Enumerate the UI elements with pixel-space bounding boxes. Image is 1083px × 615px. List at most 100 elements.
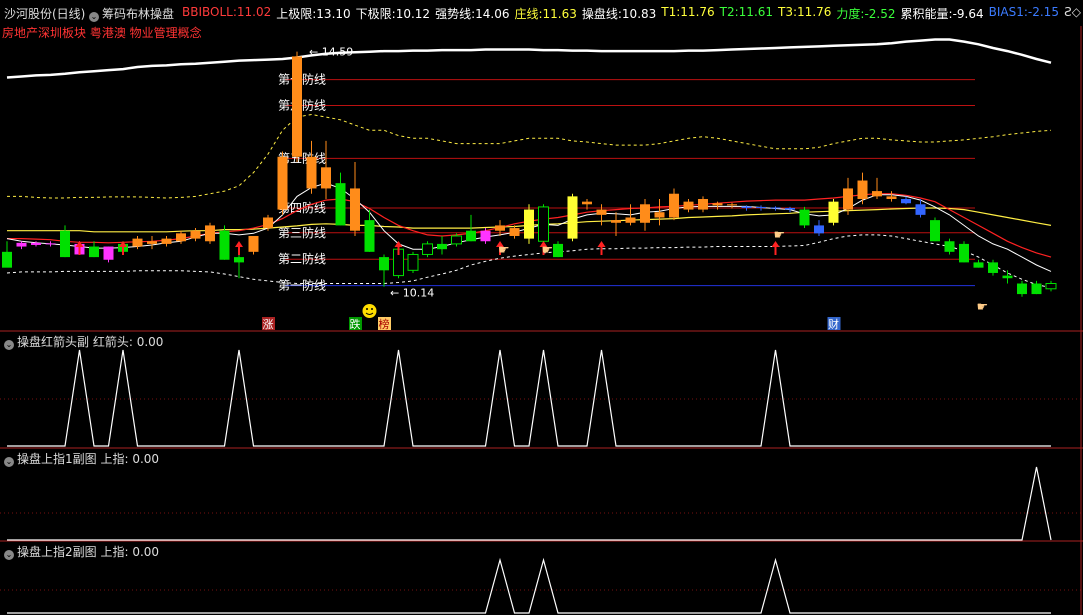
candle	[31, 242, 41, 245]
candle	[683, 201, 694, 210]
news-tag: 涨	[263, 318, 274, 331]
red-arrow-icon	[771, 241, 780, 255]
candle	[625, 217, 636, 223]
candle	[785, 207, 795, 210]
panel-name: 操盘上指1副图	[17, 452, 97, 466]
candle	[219, 230, 230, 260]
signal-line	[7, 349, 1051, 447]
candle	[770, 207, 781, 209]
candle	[843, 188, 853, 210]
series-label: 红箭头:	[92, 335, 133, 349]
candle	[422, 243, 433, 255]
candle	[176, 233, 186, 242]
defense-line-label: 第一防线	[278, 278, 326, 293]
low-price-label: ← 10.14	[390, 287, 434, 300]
smiley-icon	[362, 304, 377, 318]
candle	[292, 56, 302, 157]
panel-title-up-1: ⌄ 操盘上指1副图 上指: 0.00	[4, 450, 159, 467]
candle	[582, 201, 592, 205]
candle	[277, 156, 288, 210]
panel-name: 操盘上指2副图	[17, 545, 97, 559]
candle	[799, 209, 810, 226]
smiley-eye	[366, 308, 368, 310]
panel-title-red-arrow: ⌄ 操盘红箭头副 红箭头: 0.00	[4, 333, 163, 350]
candle	[132, 238, 143, 247]
chevron-down-icon[interactable]: ⌄	[4, 550, 14, 560]
red-arrow-icon	[597, 241, 606, 255]
candle	[480, 230, 491, 242]
candle	[611, 220, 621, 223]
candle	[524, 209, 534, 239]
news-tag: 榜	[379, 317, 390, 331]
candle	[915, 204, 926, 215]
series-label: 上指:	[100, 452, 129, 466]
signal-line	[7, 557, 1051, 614]
hand-glyph: ☛	[542, 243, 554, 258]
candle	[901, 199, 911, 204]
hand-pointer-icon: ☛	[774, 228, 786, 243]
candle	[103, 246, 114, 260]
series-value: 0.00	[132, 545, 160, 559]
hand-glyph: ☛	[498, 243, 510, 258]
candle	[60, 230, 70, 258]
candle	[741, 206, 752, 208]
hand-pointer-icon: ☛	[977, 300, 989, 315]
candle	[335, 183, 346, 226]
candle	[640, 204, 650, 223]
panel-title-up-2: ⌄ 操盘上指2副图 上指: 0.00	[4, 543, 159, 560]
hand-glyph: ☛	[774, 228, 786, 243]
news-tag: 财	[828, 317, 839, 331]
defense-line-label: 第二防线	[278, 251, 326, 266]
strength-line	[6, 38, 1052, 79]
candle	[944, 241, 955, 252]
chevron-down-icon[interactable]: ⌄	[4, 457, 14, 467]
candle	[466, 230, 476, 242]
smiley-eye	[371, 308, 373, 310]
candle	[364, 220, 375, 252]
upper-limit-line	[7, 113, 1052, 199]
candle	[988, 262, 998, 273]
candle	[495, 225, 505, 231]
candle	[857, 180, 868, 200]
red-arrow-icon	[235, 241, 243, 255]
candle	[1017, 283, 1027, 295]
candle	[350, 188, 360, 231]
candle	[959, 243, 969, 263]
candle	[930, 220, 940, 242]
candle	[872, 191, 882, 197]
candle	[190, 230, 201, 239]
hand-glyph: ☛	[977, 300, 989, 315]
candle	[89, 246, 99, 258]
candle	[248, 235, 259, 252]
candle	[727, 204, 737, 206]
series-value: 0.00	[136, 335, 164, 349]
defense-line-label: 第七防线	[278, 72, 326, 87]
candle	[814, 225, 824, 234]
candle	[407, 253, 419, 271]
news-tag: 跌	[350, 317, 361, 331]
candle	[451, 235, 462, 245]
candle	[2, 251, 12, 268]
candle	[205, 225, 215, 242]
candle	[553, 243, 563, 258]
hand-pointer-icon: ☛	[542, 243, 554, 258]
candle	[973, 262, 984, 268]
candle	[567, 196, 578, 239]
candle	[321, 167, 331, 189]
chevron-down-icon[interactable]: ⌄	[4, 340, 14, 350]
candle	[1045, 283, 1057, 290]
defense-line-label: 第六防线	[278, 98, 326, 113]
candle	[712, 203, 723, 206]
candle	[509, 228, 520, 236]
candle	[437, 243, 447, 250]
candle	[886, 196, 897, 200]
candle	[596, 209, 607, 215]
candle	[538, 206, 549, 242]
candle	[16, 242, 27, 247]
candle	[306, 156, 317, 189]
series-label: 上指:	[100, 545, 129, 559]
candle	[1031, 283, 1042, 295]
candle	[45, 243, 56, 245]
candle	[161, 238, 172, 244]
hand-pointer-icon: ☛	[498, 243, 510, 258]
